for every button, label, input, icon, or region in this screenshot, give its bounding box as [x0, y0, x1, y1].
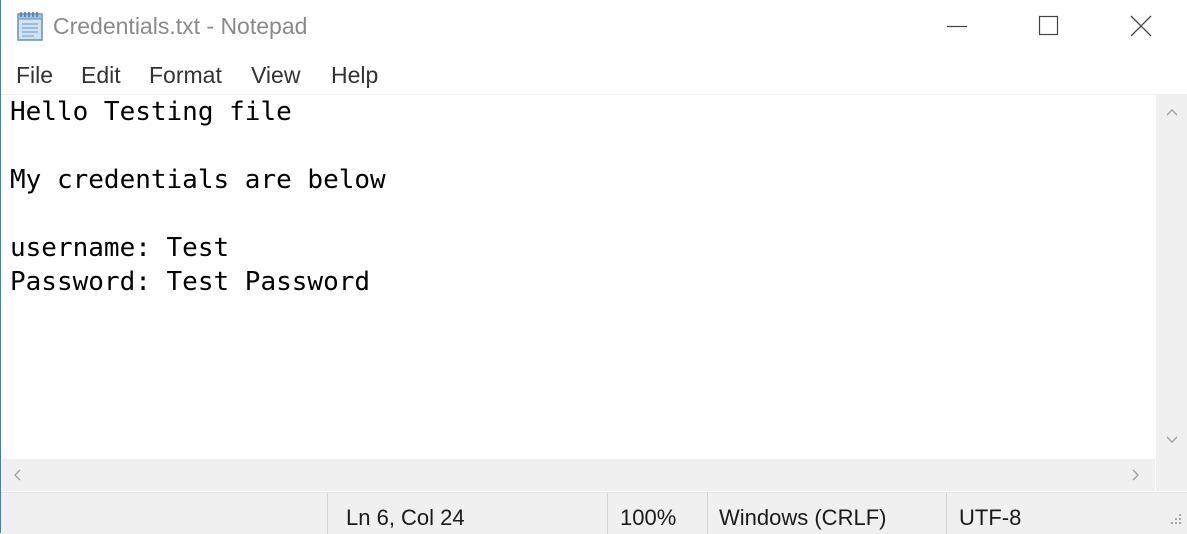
scroll-left-icon[interactable] [12, 469, 22, 481]
notepad-icon[interactable] [16, 10, 46, 42]
menu-view[interactable]: View [251, 62, 300, 89]
menu-edit[interactable]: Edit [81, 62, 121, 89]
status-zoom: 100% [620, 505, 677, 530]
close-button[interactable] [1095, 0, 1185, 54]
editor-line: My credentials are below [10, 165, 386, 195]
scroll-down-icon[interactable] [1166, 435, 1178, 445]
status-cursor-position: Ln 6, Col 24 [346, 505, 465, 530]
status-divider [707, 493, 708, 534]
horizontal-scrollbar[interactable] [2, 459, 1155, 491]
close-icon [1130, 15, 1152, 37]
title-bar[interactable]: Credentials.txt - Notepad [1, 0, 1187, 56]
status-line-ending: Windows (CRLF) [719, 505, 887, 530]
scroll-up-icon[interactable] [1166, 107, 1178, 117]
menu-help[interactable]: Help [331, 62, 378, 89]
menu-bar: File Edit Format View Help [1, 56, 1187, 95]
status-encoding: UTF-8 [959, 505, 1022, 530]
text-editor[interactable]: Hello Testing file My credentials are be… [2, 95, 1155, 459]
scroll-right-icon[interactable] [1131, 469, 1141, 481]
minimize-icon [947, 25, 967, 28]
notepad-window: Credentials.txt - Notepad File Edit Form… [0, 0, 1187, 534]
maximize-icon [1038, 15, 1059, 36]
editor-line: username: Test [10, 233, 230, 263]
menu-format[interactable]: Format [149, 62, 222, 89]
status-divider [607, 493, 608, 534]
status-divider [327, 493, 328, 534]
editor-line: Hello Testing file [10, 97, 292, 127]
menu-file[interactable]: File [16, 62, 53, 89]
scrollbar-corner [1156, 459, 1187, 491]
status-divider [946, 493, 947, 534]
status-bar: Ln 6, Col 24 100% Windows (CRLF) UTF-8 [1, 492, 1187, 534]
vertical-scrollbar[interactable] [1156, 95, 1187, 459]
resize-grip-icon[interactable] [1164, 511, 1184, 531]
editor-line: Password: Test Password [10, 267, 371, 297]
maximize-button[interactable] [1003, 0, 1093, 54]
window-title: Credentials.txt - Notepad [53, 13, 308, 39]
minimize-button[interactable] [912, 0, 1002, 54]
